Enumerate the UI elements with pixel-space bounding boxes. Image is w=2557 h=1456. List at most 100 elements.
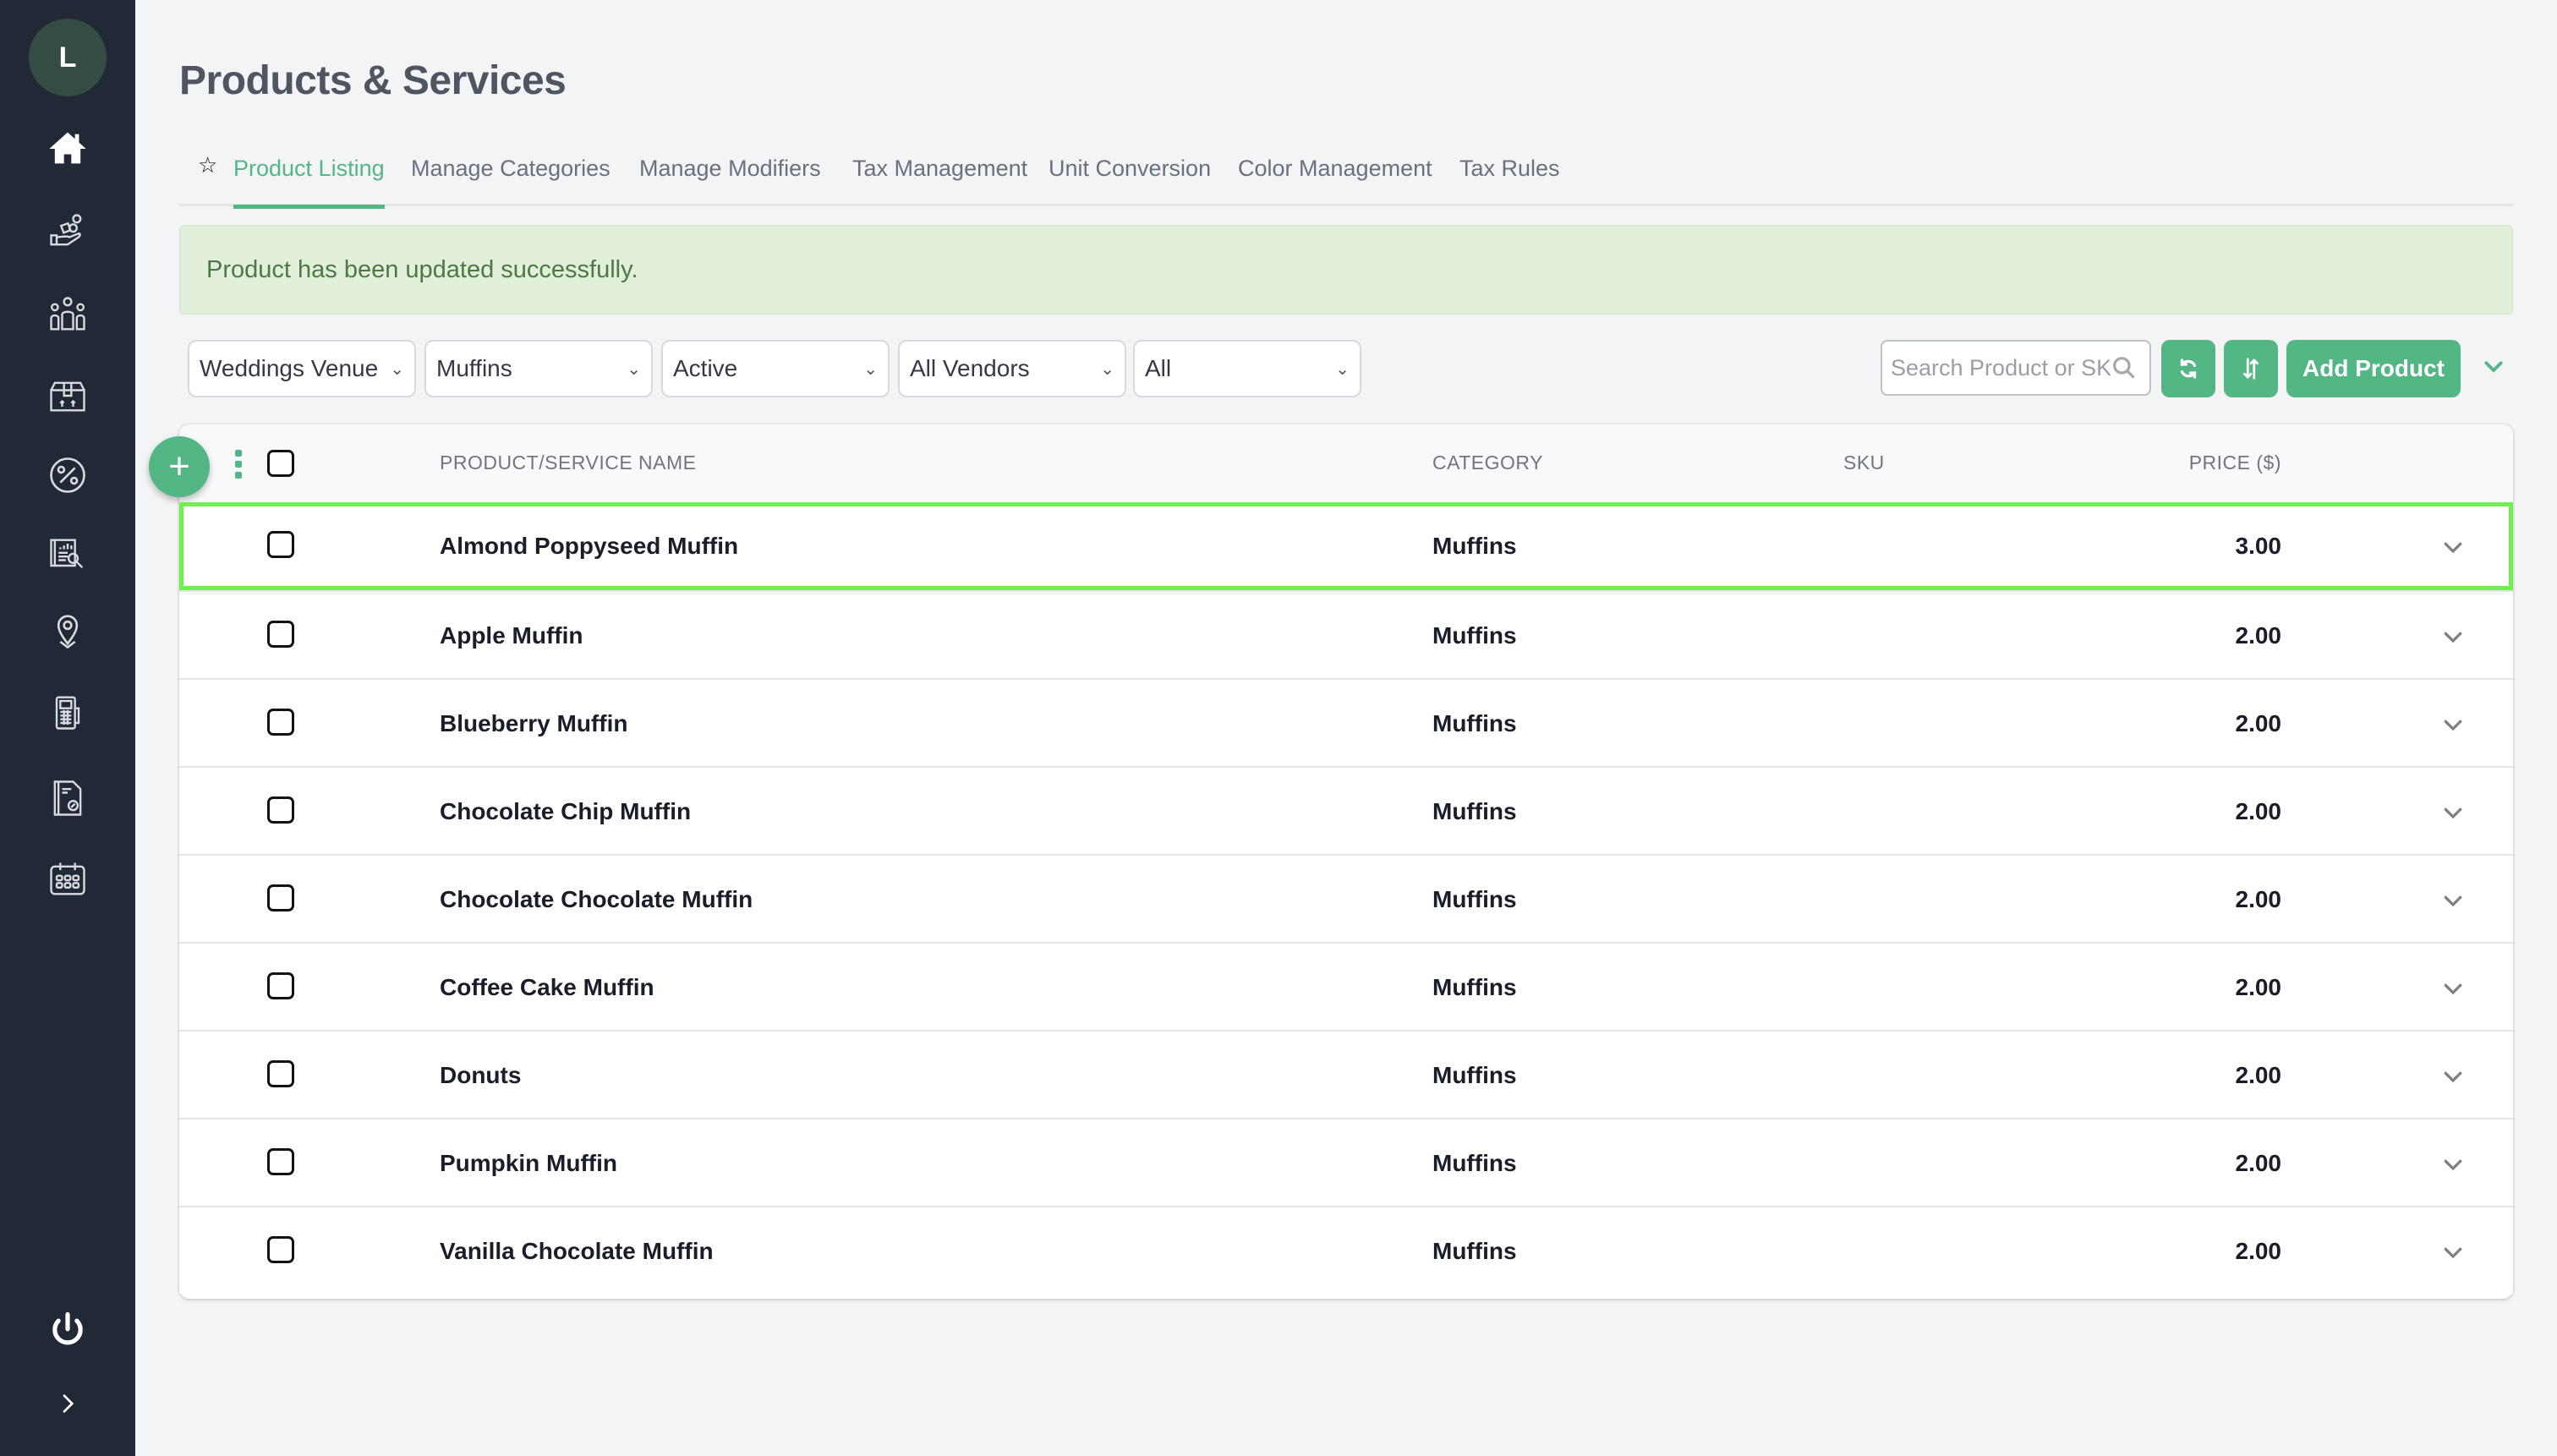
sidebar-item-reports[interactable]	[42, 529, 93, 580]
add-product-button[interactable]: Add Product	[2286, 340, 2461, 397]
type-select-value: All	[1145, 355, 1172, 381]
column-options-button[interactable]	[235, 450, 244, 479]
category-select-value: Muffins	[436, 355, 512, 381]
expand-row-chevron-icon[interactable]	[2440, 624, 2466, 649]
table-row[interactable]: Apple Muffin Muffins 2.00	[179, 590, 2513, 678]
row-checkbox[interactable]	[267, 1236, 294, 1263]
user-avatar[interactable]: L	[29, 19, 107, 96]
sidebar-item-terminal[interactable]	[42, 687, 93, 737]
page-title: Products & Services	[179, 58, 567, 103]
chevron-down-icon	[2484, 361, 2503, 373]
expand-row-chevron-icon[interactable]	[2440, 534, 2466, 560]
tab-manage-modifiers[interactable]: Manage Modifiers	[639, 149, 821, 206]
sidebar-item-team[interactable]	[42, 289, 93, 340]
toolbar-more-button[interactable]	[2476, 348, 2511, 384]
expand-row-chevron-icon[interactable]	[2440, 976, 2466, 1001]
sidebar-item-home[interactable]	[42, 123, 93, 174]
vendor-select[interactable]: All Vendors ⌄	[898, 340, 1126, 397]
percent-badge-icon	[50, 457, 85, 493]
product-category: Muffins	[1432, 1238, 1517, 1264]
venue-select[interactable]: Weddings Venue ⌄	[188, 340, 416, 397]
table-row[interactable]: Vanilla Chocolate Muffin Muffins 2.00	[179, 1206, 2513, 1294]
sidebar-item-discounts[interactable]	[42, 450, 93, 501]
product-name: Almond Poppyseed Muffin	[440, 533, 739, 559]
sidebar-item-products[interactable]	[42, 206, 93, 257]
product-name: Chocolate Chocolate Muffin	[440, 886, 753, 912]
chevron-down-icon: ⌄	[627, 359, 641, 379]
expand-row-chevron-icon[interactable]	[2440, 888, 2466, 913]
table-row[interactable]: Donuts Muffins 2.00	[179, 1030, 2513, 1118]
table-row[interactable]: Coffee Cake Muffin Muffins 2.00	[179, 942, 2513, 1030]
table-row[interactable]: Chocolate Chip Muffin Muffins 2.00	[179, 766, 2513, 854]
quick-add-button[interactable]: +	[149, 436, 210, 497]
expand-row-chevron-icon[interactable]	[2440, 1240, 2466, 1265]
status-select[interactable]: Active ⌄	[661, 340, 890, 397]
pos-terminal-icon	[55, 696, 80, 730]
expand-row-chevron-icon[interactable]	[2440, 1152, 2466, 1177]
type-select[interactable]: All ⌄	[1133, 340, 1361, 397]
product-category: Muffins	[1432, 710, 1517, 736]
select-all-checkbox[interactable]	[267, 450, 294, 477]
search-icon[interactable]	[2111, 354, 2138, 381]
column-header-price[interactable]: PRICE ($)	[2189, 452, 2281, 474]
product-name: Vanilla Chocolate Muffin	[440, 1238, 714, 1264]
products-table: + PRODUCT/SERVICE NAME CATEGORY SKU PRIC…	[149, 424, 2513, 1299]
column-header-category[interactable]: CATEGORY	[1432, 452, 1543, 474]
alert-message: Product has been updated successfully.	[206, 255, 638, 283]
product-price: 2.00	[2235, 622, 2282, 649]
table-row[interactable]: Chocolate Chocolate Muffin Muffins 2.00	[179, 854, 2513, 942]
sort-button[interactable]	[2224, 340, 2278, 397]
row-checkbox[interactable]	[267, 884, 294, 911]
sidebar-item-calendar[interactable]	[42, 854, 93, 905]
product-name: Apple Muffin	[440, 622, 583, 649]
product-name: Pumpkin Muffin	[440, 1150, 617, 1176]
search-input[interactable]	[1891, 354, 2111, 381]
vendor-select-value: All Vendors	[910, 355, 1030, 381]
row-checkbox[interactable]	[267, 621, 294, 648]
logout-button[interactable]	[42, 1305, 93, 1356]
product-category: Muffins	[1432, 1062, 1517, 1088]
row-checkbox[interactable]	[267, 531, 294, 558]
product-category: Muffins	[1432, 974, 1517, 1000]
refresh-button[interactable]	[2161, 340, 2215, 397]
sidebar-item-invoices[interactable]	[42, 773, 93, 824]
plus-icon: +	[168, 446, 190, 487]
status-select-value: Active	[673, 355, 738, 381]
location-pin-icon	[57, 615, 79, 649]
column-header-name[interactable]: PRODUCT/SERVICE NAME	[440, 452, 697, 474]
tab-manage-categories[interactable]: Manage Categories	[411, 149, 611, 206]
row-checkbox[interactable]	[267, 1148, 294, 1175]
product-price: 2.00	[2235, 1062, 2282, 1088]
expand-sidebar-button[interactable]	[42, 1378, 93, 1429]
expand-row-chevron-icon[interactable]	[2440, 800, 2466, 825]
column-header-sku[interactable]: SKU	[1843, 452, 1885, 474]
row-checkbox[interactable]	[267, 972, 294, 999]
chevron-down-icon: ⌄	[1100, 359, 1114, 379]
expand-row-chevron-icon[interactable]	[2440, 712, 2466, 737]
row-checkbox[interactable]	[267, 709, 294, 736]
product-name: Coffee Cake Muffin	[440, 974, 654, 1000]
sidebar: L	[0, 0, 135, 1456]
tab-product-listing[interactable]: Product Listing	[233, 149, 385, 209]
sidebar-item-inventory[interactable]	[42, 370, 93, 421]
success-alert: Product has been updated successfully.	[179, 225, 2513, 315]
product-name: Blueberry Muffin	[440, 710, 628, 736]
table-row[interactable]: Pumpkin Muffin Muffins 2.00	[179, 1118, 2513, 1206]
tab-color-management[interactable]: Color Management	[1238, 149, 1432, 206]
table-row[interactable]: Almond Poppyseed Muffin Muffins 3.00	[179, 502, 2513, 590]
calendar-icon	[50, 862, 85, 895]
expand-row-chevron-icon[interactable]	[2440, 1064, 2466, 1089]
tab-tax-management[interactable]: Tax Management	[852, 149, 1027, 206]
chevron-right-icon	[63, 1394, 74, 1413]
tab-tax-rules[interactable]: Tax Rules	[1459, 149, 1560, 206]
hand-boxes-icon	[50, 214, 82, 246]
row-checkbox[interactable]	[267, 1060, 294, 1087]
product-price: 2.00	[2235, 1150, 2282, 1176]
row-checkbox[interactable]	[267, 796, 294, 824]
favorite-star-icon[interactable]: ☆	[198, 152, 217, 178]
tab-unit-conversion[interactable]: Unit Conversion	[1049, 149, 1211, 206]
category-select[interactable]: Muffins ⌄	[424, 340, 653, 397]
product-price: 2.00	[2235, 886, 2282, 912]
sidebar-item-locations[interactable]	[42, 605, 93, 656]
table-row[interactable]: Blueberry Muffin Muffins 2.00	[179, 678, 2513, 766]
